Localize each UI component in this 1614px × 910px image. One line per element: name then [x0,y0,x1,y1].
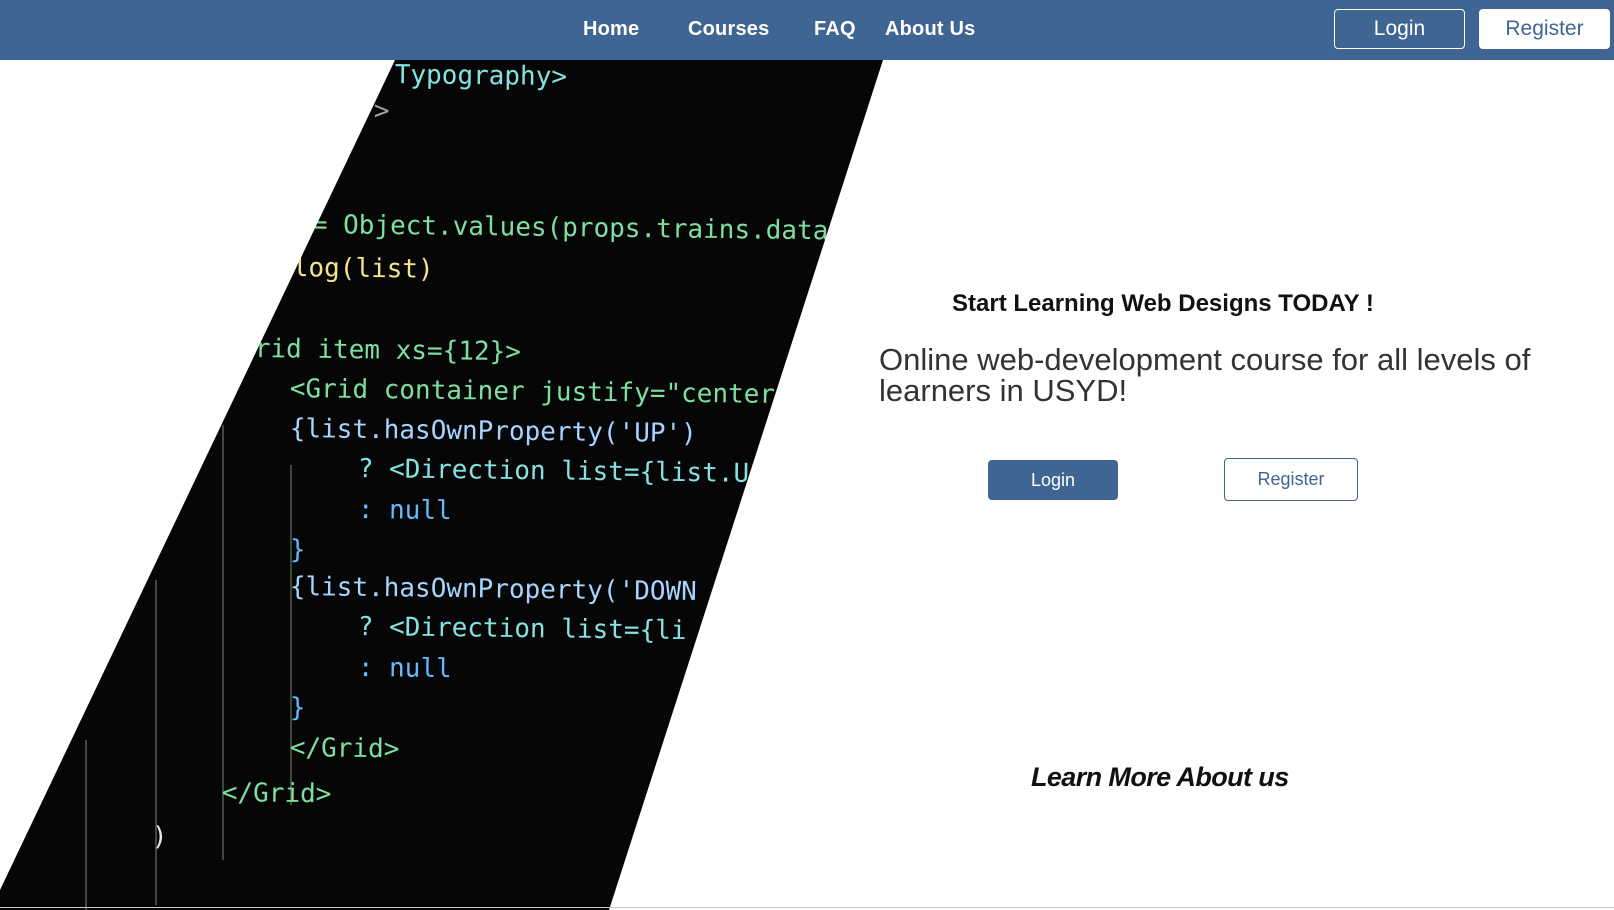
code-line: ? <Direction list={list.U [357,454,750,489]
code-line: log(list) [292,253,434,285]
code-line: ? <Direction list={li [357,612,687,647]
code-line: Typography> [394,60,568,93]
top-navbar: Home Courses FAQ About Us Login Register [0,0,1614,60]
code-line: ) [151,822,168,853]
navbar-register-button[interactable]: Register [1479,9,1610,49]
code-line: </Grid> [221,778,332,810]
code-line: > [373,96,390,127]
hero-register-button[interactable]: Register [1224,458,1358,501]
code-line: {list.hasOwnProperty('UP') [289,414,697,449]
nav-link-home[interactable]: Home [583,18,639,41]
indent-guide [85,740,87,910]
nav-link-courses[interactable]: Courses [688,18,769,41]
nav-link-faq[interactable]: FAQ [814,18,856,41]
hero-subtitle: Online web-development course for all le… [879,342,1531,408]
navbar-login-button[interactable]: Login [1334,9,1465,49]
hero-login-button[interactable]: Login [988,460,1118,500]
code-line: } [289,693,306,724]
code-line: : null [357,653,452,685]
code-line: rid item xs={12}> [254,334,522,368]
code-line: </Grid> [289,733,400,765]
learn-more-link[interactable]: Learn More About us [1031,762,1289,793]
hero-headline: Start Learning Web Designs TODAY ! [952,290,1374,317]
code-line: {list.hasOwnProperty('DOWN [289,572,697,607]
code-line: } [289,535,306,566]
code-line: = Object.values(props.trains.data [311,210,829,247]
indent-guide [155,580,157,905]
code-image: Typography> > = Object.values(props.trai… [0,60,883,910]
nav-link-about-us[interactable]: About Us [885,18,975,41]
code-line: : null [357,495,452,527]
bottom-divider [0,907,1614,908]
code-line: <Grid container justify="center [289,374,776,410]
